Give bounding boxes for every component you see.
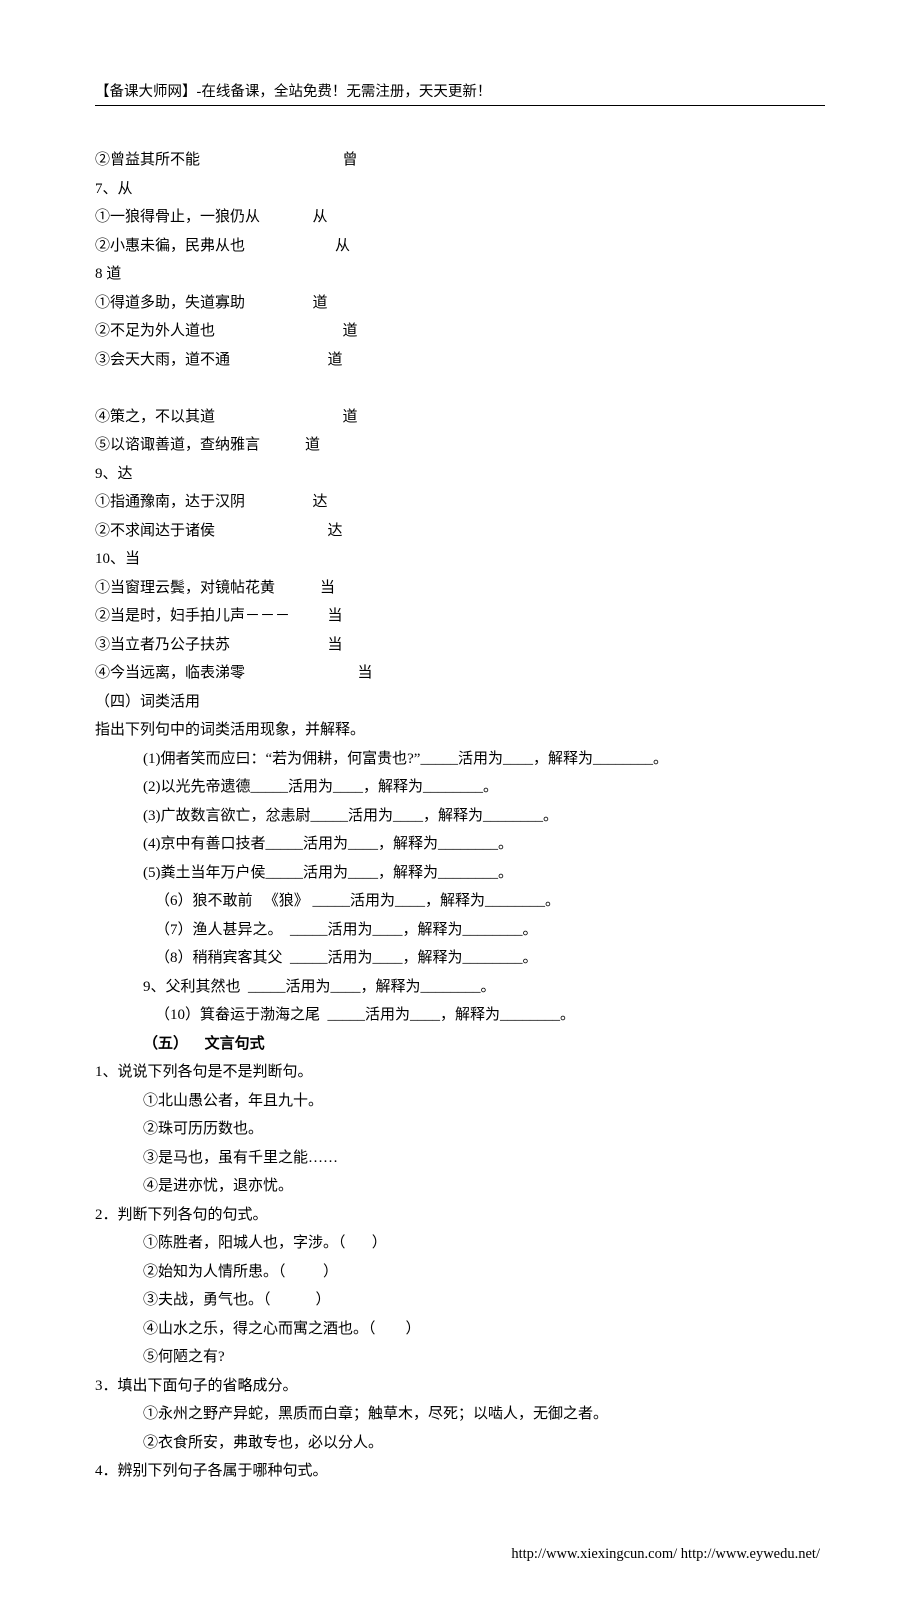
text-line: ⑤以谘诹善道，查纳雅言 道 bbox=[95, 431, 825, 460]
document-body: ②曾益其所不能 曾7、从①一狼得骨止，一狼仍从 从②小惠未徧，民弗从也 从8 道… bbox=[95, 146, 825, 1486]
text-line: ③会天大雨，道不通 道 bbox=[95, 346, 825, 375]
document-page: 【备课大师网】-在线备课，全站免费！无需注册，天天更新！ ②曾益其所不能 曾7、… bbox=[0, 0, 920, 1613]
text-line: ④是进亦忧，退亦忧。 bbox=[95, 1172, 825, 1201]
text-line: (2)以光先帝遗德_____活用为____，解释为________。 bbox=[95, 773, 825, 802]
page-footer: http://www.xiexingcun.com/ http://www.ey… bbox=[95, 1546, 825, 1563]
text-line: 7、从 bbox=[95, 175, 825, 204]
text-line: （8）稍稍宾客其父 _____活用为____，解释为________。 bbox=[95, 944, 825, 973]
text-line: (5)粪土当年万户侯_____活用为____，解释为________。 bbox=[95, 859, 825, 888]
text-line: ①陈胜者，阳城人也，字涉。（ ） bbox=[95, 1229, 825, 1258]
text-line: ①指通豫南，达于汉阴 达 bbox=[95, 488, 825, 517]
text-line: ②珠可历历数也。 bbox=[95, 1115, 825, 1144]
text-line: ②衣食所安，弗敢专也，必以分人。 bbox=[95, 1429, 825, 1458]
text-line: ③夫战，勇气也。（ ） bbox=[95, 1286, 825, 1315]
page-header: 【备课大师网】-在线备课，全站免费！无需注册，天天更新！ bbox=[95, 80, 825, 106]
text-line: 8 道 bbox=[95, 260, 825, 289]
text-line: ③是马也，虽有千里之能…… bbox=[95, 1144, 825, 1173]
text-line: ①永州之野产异蛇，黑质而白章；触草木，尽死；以啮人，无御之者。 bbox=[95, 1400, 825, 1429]
text-line: 10、当 bbox=[95, 545, 825, 574]
text-line: ②始知为人情所患。（ ） bbox=[95, 1258, 825, 1287]
text-line: ①北山愚公者，年且九十。 bbox=[95, 1087, 825, 1116]
text-line: 指出下列句中的词类活用现象，并解释。 bbox=[95, 716, 825, 745]
text-line: 3．填出下面句子的省略成分。 bbox=[95, 1372, 825, 1401]
text-line: （6）狼不敢前 《狼》 _____活用为____，解释为________。 bbox=[95, 887, 825, 916]
text-line: ②曾益其所不能 曾 bbox=[95, 146, 825, 175]
text-line: (4)京中有善口技者_____活用为____，解释为________。 bbox=[95, 830, 825, 859]
text-line: 2．判断下列各句的句式。 bbox=[95, 1201, 825, 1230]
text-line: ⑤何陋之有? bbox=[95, 1343, 825, 1372]
text-line: ②小惠未徧，民弗从也 从 bbox=[95, 232, 825, 261]
text-line: （10）箕畚运于渤海之尾 _____活用为____，解释为________。 bbox=[95, 1001, 825, 1030]
text-line: ①得道多助，失道寡助 道 bbox=[95, 289, 825, 318]
text-line: ④山水之乐，得之心而寓之酒也。（ ） bbox=[95, 1315, 825, 1344]
text-line: ③当立者乃公子扶苏 当 bbox=[95, 631, 825, 660]
text-line: ②当是时，妇手拍儿声－－－ 当 bbox=[95, 602, 825, 631]
text-line: ④策之，不以其道 道 bbox=[95, 403, 825, 432]
text-line: （7）渔人甚异之。 _____活用为____，解释为________。 bbox=[95, 916, 825, 945]
text-line: 4．辨别下列句子各属于哪种句式。 bbox=[95, 1457, 825, 1486]
text-line: （五） 文言句式 bbox=[95, 1030, 825, 1059]
text-line: ①一狼得骨止，一狼仍从 从 bbox=[95, 203, 825, 232]
text-line bbox=[95, 374, 825, 403]
text-line: ②不求闻达于诸侯 达 bbox=[95, 517, 825, 546]
text-line: (3)广故数言欲亡，忿恚尉_____活用为____，解释为________。 bbox=[95, 802, 825, 831]
text-line: 9、达 bbox=[95, 460, 825, 489]
text-line: 9、父利其然也 _____活用为____，解释为________。 bbox=[95, 973, 825, 1002]
text-line: (1)佣者笑而应曰：“若为佣耕，何富贵也?”_____活用为____，解释为__… bbox=[95, 745, 825, 774]
text-line: （四）词类活用 bbox=[95, 688, 825, 717]
text-line: 1、说说下列各句是不是判断句。 bbox=[95, 1058, 825, 1087]
text-line: ②不足为外人道也 道 bbox=[95, 317, 825, 346]
text-line: ①当窗理云鬓，对镜帖花黄 当 bbox=[95, 574, 825, 603]
text-line: ④今当远离，临表涕零 当 bbox=[95, 659, 825, 688]
